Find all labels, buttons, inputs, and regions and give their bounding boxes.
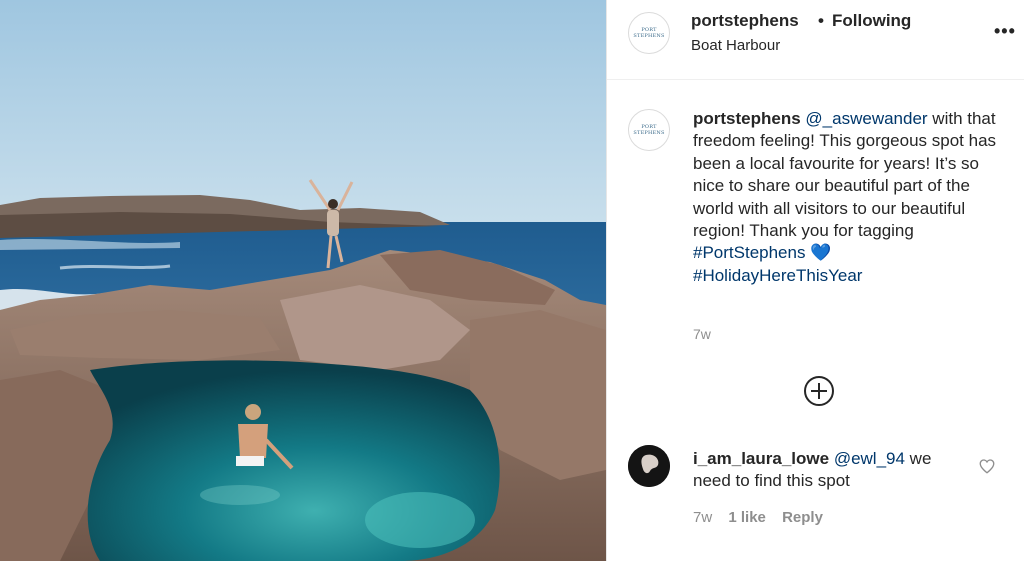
blue-heart-emoji: 💙	[810, 243, 832, 263]
heart-outline-icon[interactable]	[978, 457, 996, 475]
comment-username[interactable]: i_am_laura_lowe	[693, 449, 829, 468]
caption-mention[interactable]: @_aswewander	[805, 109, 927, 128]
separator-dot: •	[818, 11, 824, 30]
caption-author-avatar[interactable]: PORT STEPHENS	[628, 109, 670, 151]
comment-meta: 7w 1 like Reply	[693, 509, 835, 526]
photo-icon	[0, 0, 606, 561]
location-link[interactable]: Boat Harbour	[691, 37, 780, 54]
author-avatar[interactable]: PORT STEPHENS	[628, 12, 670, 54]
post-sidebar: PORT STEPHENS portstephens • Following B…	[606, 0, 1024, 561]
comment-timestamp[interactable]: 7w	[693, 509, 712, 526]
following-button[interactable]: Following	[832, 11, 911, 31]
avatar-logo-text: PORT STEPHENS	[633, 124, 665, 136]
ellipsis-icon[interactable]: •••	[994, 21, 1016, 42]
caption-username[interactable]: portstephens	[693, 109, 801, 128]
hashtag-link[interactable]: #PortStephens	[693, 243, 805, 262]
author-username[interactable]: portstephens	[691, 11, 799, 31]
caption-text: with that freedom feeling! This gorgeous…	[693, 109, 997, 241]
comment-mention[interactable]: @ewl_94	[834, 449, 905, 468]
plus-circle-icon[interactable]	[803, 375, 835, 407]
hashtag-link[interactable]: #HolidayHereThisYear	[693, 266, 862, 285]
avatar-photo-icon	[628, 445, 670, 487]
reply-button[interactable]: Reply	[782, 509, 823, 526]
avatar-logo-text: PORT STEPHENS	[633, 27, 665, 39]
comment-likes[interactable]: 1 like	[728, 509, 766, 526]
commenter-avatar[interactable]	[628, 445, 670, 487]
comment-text: i_am_laura_lowe @ewl_94 we need to find …	[693, 448, 963, 493]
post-photo[interactable]	[0, 0, 606, 561]
post-caption: portstephens @_aswewander with that free…	[693, 108, 1003, 287]
post-header: PORT STEPHENS portstephens • Following B…	[607, 0, 1024, 80]
caption-timestamp[interactable]: 7w	[693, 326, 711, 342]
